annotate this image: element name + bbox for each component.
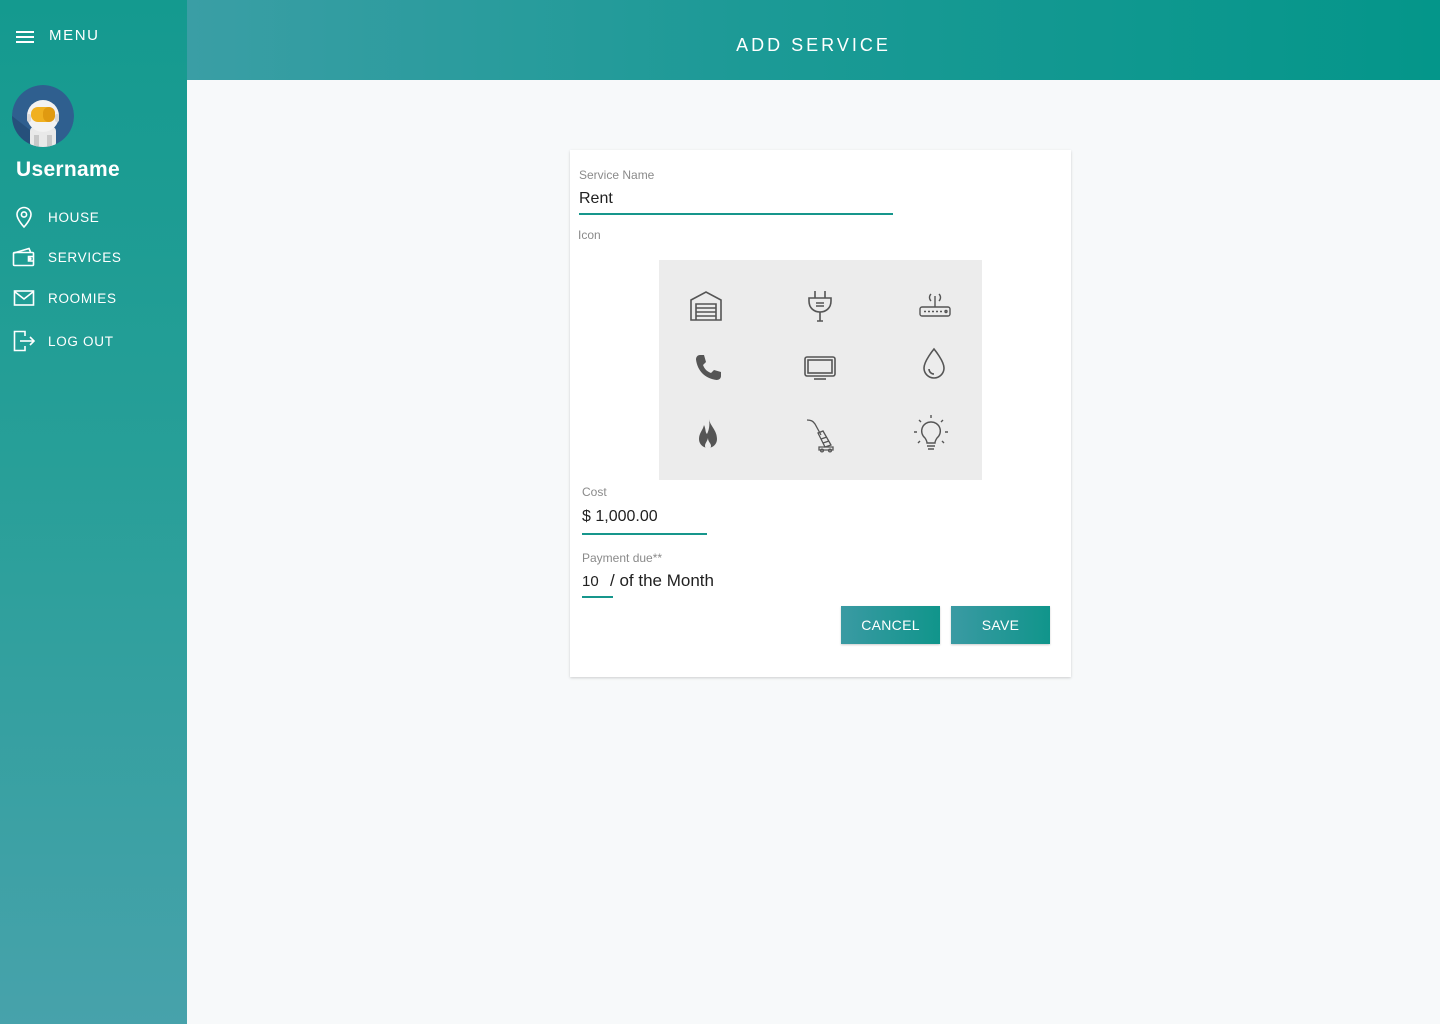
router-icon[interactable] xyxy=(911,282,959,330)
payment-due-underline xyxy=(582,596,613,598)
service-name-label: Service Name xyxy=(579,168,655,182)
plug-icon[interactable] xyxy=(796,282,844,330)
app-header: ADD SERVICE xyxy=(187,0,1440,80)
payment-due-day-input[interactable] xyxy=(582,571,606,591)
page-title: ADD SERVICE xyxy=(736,34,891,55)
add-service-form: Service Name Icon xyxy=(570,150,1071,677)
water-drop-icon[interactable] xyxy=(910,340,958,388)
sidebar-item-label: SERVICES xyxy=(48,249,122,265)
service-name-input[interactable] xyxy=(579,188,893,210)
sidebar-item-log-out[interactable]: LOG OUT xyxy=(12,329,114,353)
cost-underline xyxy=(582,533,707,535)
sidebar-item-services[interactable]: SERVICES xyxy=(12,245,122,269)
sidebar-item-house[interactable]: HOUSE xyxy=(12,205,100,229)
garage-icon[interactable] xyxy=(682,282,730,330)
payment-due-suffix: / of the Month xyxy=(610,571,714,590)
flame-icon[interactable] xyxy=(684,411,732,459)
icon-label: Icon xyxy=(578,228,601,242)
sidebar: MENU Username HOUSE SERVICES ROOMIES LOG… xyxy=(0,0,187,1024)
avatar[interactable] xyxy=(12,85,74,147)
phone-icon[interactable] xyxy=(684,344,732,392)
location-pin-icon xyxy=(12,205,36,229)
payment-due-label: Payment due** xyxy=(582,551,663,565)
cancel-button[interactable]: CANCEL xyxy=(841,606,940,644)
icon-picker xyxy=(659,260,982,480)
sidebar-item-label: HOUSE xyxy=(48,209,100,225)
logout-icon xyxy=(12,329,36,353)
sidebar-item-label: LOG OUT xyxy=(48,333,114,349)
astronaut-avatar-icon xyxy=(12,85,74,147)
service-name-underline xyxy=(579,213,893,215)
cost-label: Cost xyxy=(582,485,607,499)
hamburger-icon xyxy=(16,29,34,43)
mail-icon xyxy=(12,286,36,310)
menu-label: MENU xyxy=(49,27,100,44)
sidebar-item-roomies[interactable]: ROOMIES xyxy=(12,286,117,310)
save-button[interactable]: SAVE xyxy=(951,606,1050,644)
tv-icon[interactable] xyxy=(796,344,844,392)
wallet-icon xyxy=(12,245,36,269)
lightbulb-icon[interactable] xyxy=(907,409,955,457)
cost-input[interactable] xyxy=(582,507,707,527)
username: Username xyxy=(16,158,120,181)
sidebar-item-label: ROOMIES xyxy=(48,290,117,306)
menu-toggle-button[interactable]: MENU xyxy=(16,27,100,44)
vacuum-icon[interactable] xyxy=(796,411,844,459)
